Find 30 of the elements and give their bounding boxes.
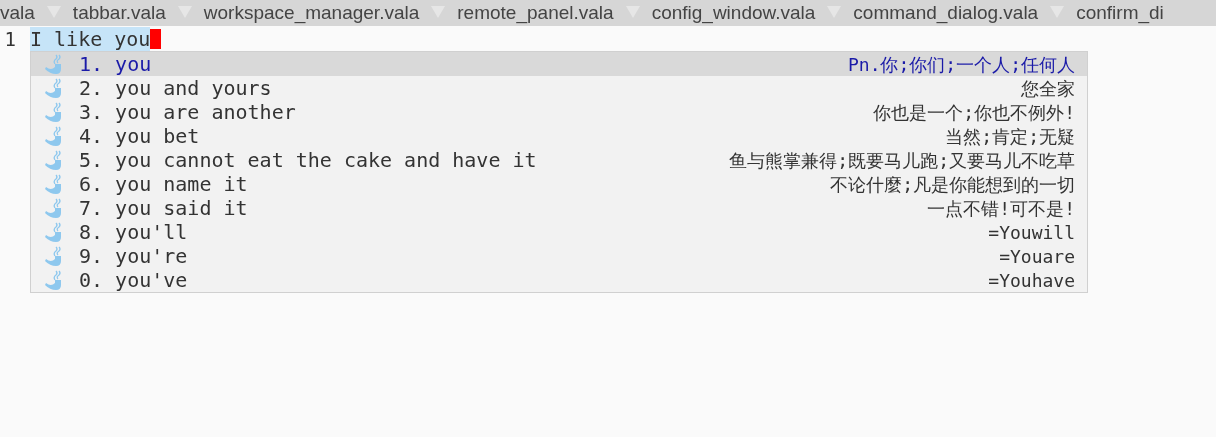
pipe-icon xyxy=(43,101,63,123)
completion-item[interactable]: 0. you've =Youhave xyxy=(31,268,1087,292)
pipe-icon xyxy=(43,269,63,291)
completion-item[interactable]: 6. you name it 不论什麼;凡是你能想到的一切 xyxy=(31,172,1087,196)
pipe-icon xyxy=(43,245,63,267)
line-number: 1 xyxy=(3,27,17,51)
completion-item[interactable]: 3. you are another 你也是一个;你也不例外! xyxy=(31,100,1087,124)
file-tab[interactable]: workspace_manager.vala xyxy=(191,0,432,26)
file-tab[interactable]: remote_panel.vala xyxy=(445,0,626,26)
pipe-icon xyxy=(43,221,63,243)
file-tab[interactable]: vala xyxy=(0,0,47,26)
pipe-icon xyxy=(43,125,63,147)
pipe-icon xyxy=(43,53,63,75)
file-tab[interactable]: confirm_di xyxy=(1064,0,1176,26)
pipe-icon xyxy=(43,77,63,99)
completion-item[interactable]: 5. you cannot eat the cake and have it 鱼与熊掌兼得;既要马儿跑;又要马儿不吃草 xyxy=(31,148,1087,172)
completion-item[interactable]: 1. you Pn.你;你们;一个人;任何人 xyxy=(31,52,1087,76)
pipe-icon xyxy=(43,149,63,171)
completion-item[interactable]: 9. you're =Youare xyxy=(31,244,1087,268)
pipe-icon xyxy=(43,197,63,219)
text-cursor xyxy=(150,29,162,49)
file-tab[interactable]: config_window.vala xyxy=(639,0,828,26)
code-text: I like you xyxy=(30,27,151,51)
file-tab[interactable]: tabbar.vala xyxy=(60,0,178,26)
file-tab[interactable]: command_dialog.vala xyxy=(841,0,1051,26)
completion-item[interactable]: 4. you bet 当然;肯定;无疑 xyxy=(31,124,1087,148)
completion-item[interactable]: 7. you said it 一点不错!可不是! xyxy=(31,196,1087,220)
completion-item[interactable]: 2. you and yours 您全家 xyxy=(31,76,1087,100)
completion-item[interactable]: 8. you'll =Youwill xyxy=(31,220,1087,244)
pipe-icon xyxy=(43,173,63,195)
